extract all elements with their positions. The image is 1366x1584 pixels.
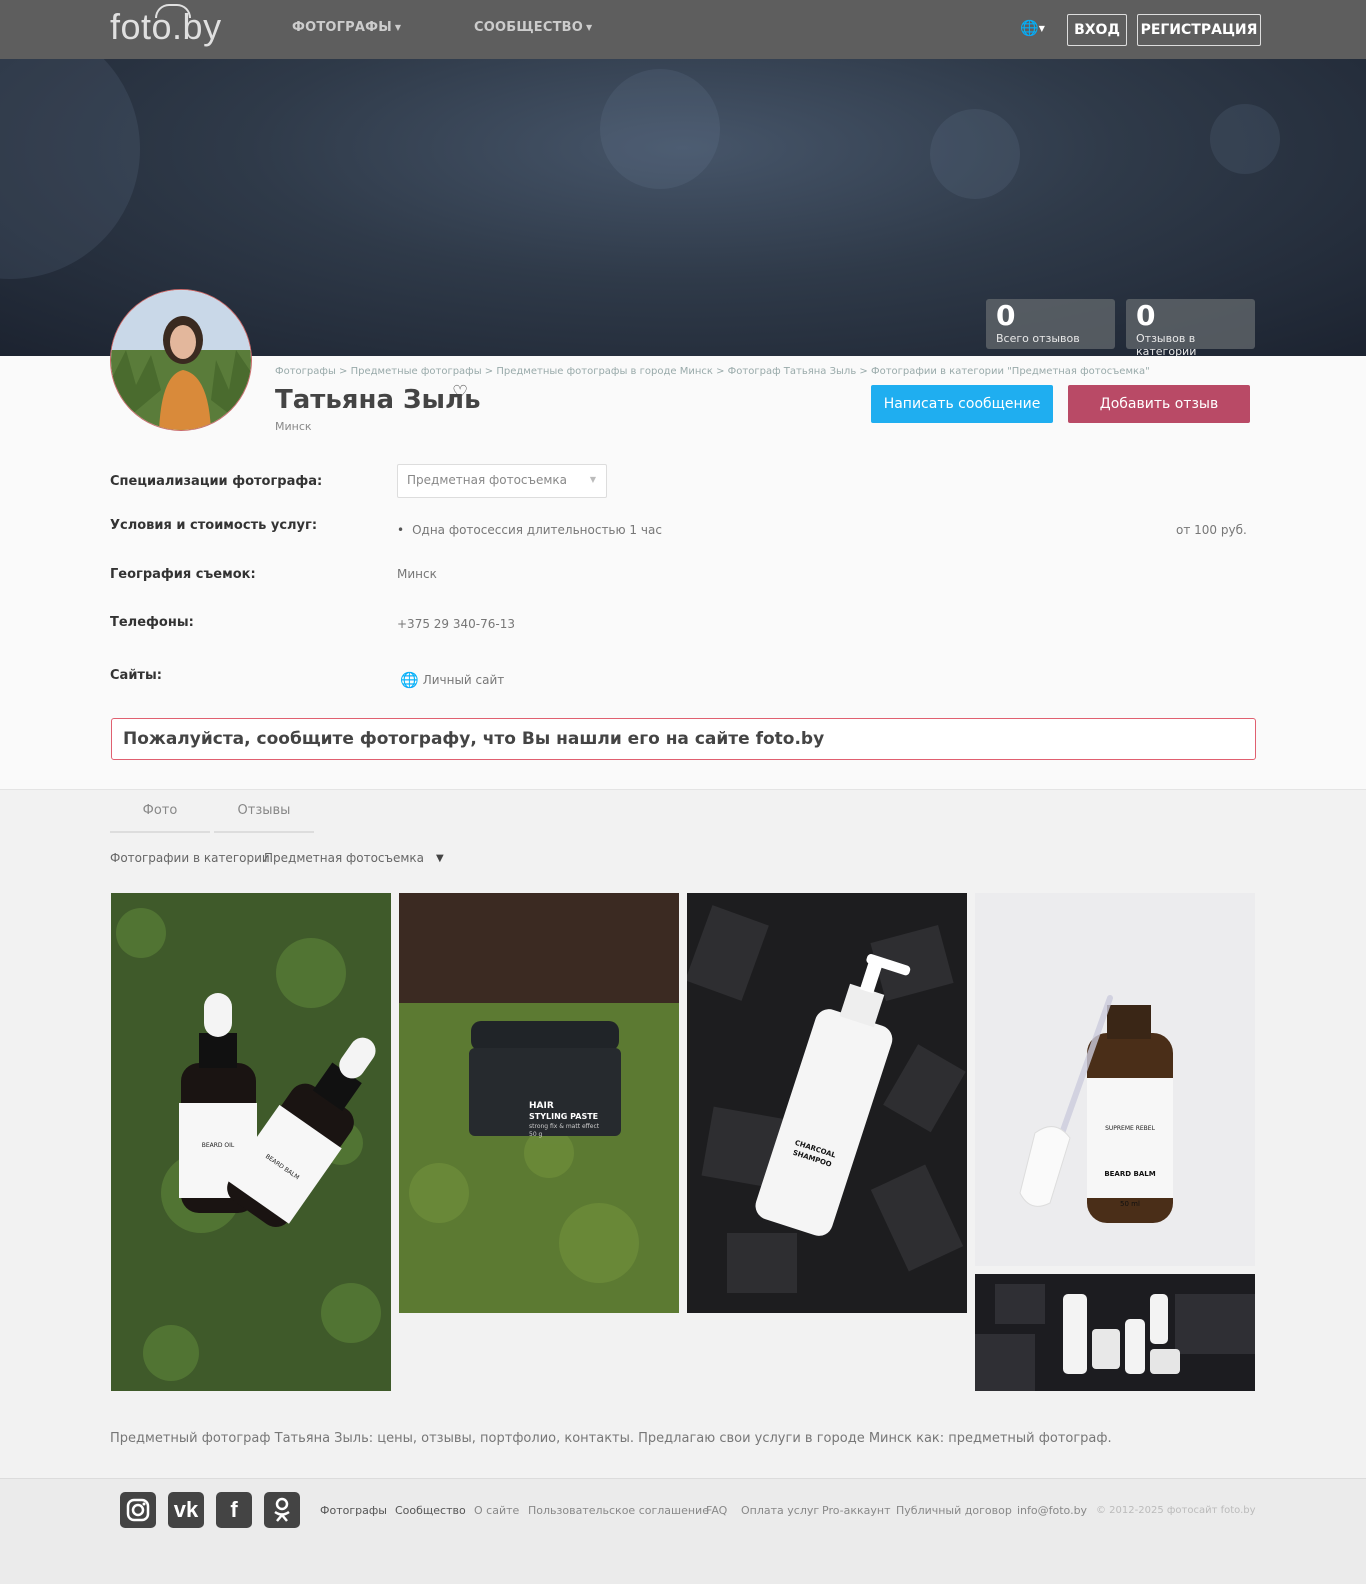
top-navbar: foto.by ФОТОГРАФЫ ▼ СООБЩЕСТВО ▼ 🌐▼ ВХОД Р… (0, 0, 1366, 59)
footer-link-payment[interactable]: Оплата услуг (741, 1504, 819, 1517)
photo2-line4: 50 g (529, 1131, 543, 1138)
nav-community[interactable]: СООБЩЕСТВО ▼ (474, 20, 592, 35)
terms-price: от 100 руб. (1176, 523, 1247, 537)
footer-link-email[interactable]: info@foto.by (1017, 1504, 1087, 1517)
globe-icon: 🌐 (400, 671, 419, 689)
language-selector[interactable]: 🌐▼ (1020, 19, 1045, 37)
footer-link-contract[interactable]: Публичный договор (896, 1504, 1012, 1517)
personal-site-label: Личный сайт (422, 673, 505, 687)
chevron-down-icon: ▼ (394, 23, 402, 32)
add-review-button[interactable]: Добавить отзыв (1068, 385, 1250, 423)
register-button[interactable]: РЕГИСТРАЦИЯ (1137, 14, 1261, 46)
footer-link-about[interactable]: О сайте (474, 1504, 519, 1517)
write-message-button[interactable]: Написать сообщение (871, 385, 1053, 423)
photo2-line2: STYLING PASTE (529, 1112, 598, 1121)
globe-icon: 🌐 (1020, 19, 1039, 37)
cover-decoration (1210, 104, 1280, 174)
footer (0, 1478, 1366, 1584)
breadcrumb-item[interactable]: Предметные фотографы (351, 366, 482, 377)
breadcrumb-item[interactable]: Фотограф Татьяна Зыль (728, 366, 857, 377)
breadcrumb-item[interactable]: Предметные фотографы в городе Минск (496, 366, 713, 377)
category-filter-select[interactable]: Предметная фотосъемка (264, 851, 424, 865)
personal-site-link[interactable]: 🌐 Личный сайт (400, 671, 504, 689)
footer-link-community[interactable]: Сообщество (395, 1504, 466, 1517)
photo1-label: BEARD OIL (202, 1142, 235, 1149)
gallery-photo-2[interactable]: HAIR STYLING PASTE strong fix & matt eff… (399, 893, 679, 1313)
footer-copyright: © 2012-2025 фотосайт foto.by (1096, 1505, 1256, 1516)
gallery-photo-5[interactable] (975, 1274, 1255, 1391)
geo-value: Минск (397, 567, 437, 581)
nav-community-label: СООБЩЕСТВО (474, 20, 584, 35)
vk-icon[interactable]: vk (168, 1492, 204, 1528)
sites-label: Сайты: (110, 668, 162, 683)
gallery-photo-4[interactable]: SUPREME REBEL BEARD BALM 50 ml (975, 893, 1255, 1266)
geo-label: География съемок: (110, 567, 256, 582)
nav-photographers[interactable]: ФОТОГРАФЫ ▼ (292, 20, 401, 35)
footer-link-photographers[interactable]: Фотографы (320, 1504, 387, 1517)
photographer-name: Татьяна Зыль (275, 385, 481, 415)
site-logo[interactable]: foto.by (110, 4, 222, 48)
terms-label: Условия и стоимость услуг: (110, 518, 318, 533)
specialization-select[interactable]: Предметная фотосъемка ▼ (397, 464, 607, 498)
phone-value[interactable]: +375 29 340-76-13 (397, 617, 515, 631)
tab-reviews[interactable]: Отзывы (214, 795, 314, 833)
login-button[interactable]: ВХОД (1067, 14, 1127, 46)
total-reviews-stat[interactable]: 0 Всего отзывов (986, 299, 1115, 349)
photo4-line2: BEARD BALM (1104, 1170, 1155, 1178)
logo-roof-icon (155, 4, 191, 18)
photo2-line3: strong fix & matt effect (529, 1123, 600, 1130)
chevron-down-icon: ▼ (589, 475, 596, 484)
spec-label: Специализации фотографа: (110, 474, 323, 489)
photo2-line1: HAIR (529, 1101, 554, 1111)
photographer-city: Минск (275, 420, 312, 433)
notice-banner: Пожалуйста, сообщите фотографу, что Вы н… (111, 718, 1256, 760)
stat-number: 0 (1136, 299, 1156, 332)
stat-number: 0 (996, 299, 1016, 332)
odnoklassniki-icon[interactable] (264, 1492, 300, 1528)
heart-icon[interactable]: ♡ (452, 382, 468, 403)
cover-decoration (600, 69, 720, 189)
footer-link-agreement[interactable]: Пользовательское соглашение (528, 1504, 709, 1517)
gallery-photo-1[interactable]: BEARD OIL BEARD BALM (111, 893, 391, 1391)
seo-description: Предметный фотограф Татьяна Зыль: цены, … (110, 1431, 1112, 1446)
chevron-down-icon: ▼ (586, 23, 593, 32)
terms-item: Одна фотосессия длительностью 1 час (397, 523, 662, 537)
cover-decoration (930, 109, 1020, 199)
filter-label: Фотографии в категории (110, 851, 270, 865)
chevron-down-icon[interactable]: ▼ (436, 853, 444, 864)
specialization-value: Предметная фотосъемка (407, 473, 568, 487)
cover-decoration (0, 59, 140, 279)
category-reviews-stat[interactable]: 0 Отзывов в категории (1126, 299, 1255, 358)
breadcrumb-item[interactable]: Фотографы (275, 366, 336, 377)
photo4-line3: 50 ml (1120, 1200, 1140, 1208)
gallery-photo-3[interactable]: CHARCOAL SHAMPOO (687, 893, 967, 1313)
avatar (110, 289, 252, 431)
nav-photographers-label: ФОТОГРАФЫ (292, 20, 392, 35)
breadcrumb: Фотографы > Предметные фотографы > Предм… (275, 366, 1150, 377)
stat-label: Всего отзывов (996, 332, 1080, 345)
tab-photos[interactable]: Фото (110, 795, 210, 833)
instagram-icon[interactable] (120, 1492, 156, 1528)
chevron-down-icon: ▼ (1038, 24, 1045, 33)
footer-link-pro[interactable]: Pro-аккаунт (822, 1504, 891, 1517)
breadcrumb-item: Фотографии в категории "Предметная фотос… (870, 366, 1150, 377)
photo4-line1: SUPREME REBEL (1105, 1125, 1156, 1132)
footer-link-faq[interactable]: FAQ (706, 1504, 727, 1517)
phones-label: Телефоны: (110, 615, 194, 630)
facebook-icon[interactable]: f (216, 1492, 252, 1528)
stat-label: Отзывов в категории (1136, 332, 1197, 358)
